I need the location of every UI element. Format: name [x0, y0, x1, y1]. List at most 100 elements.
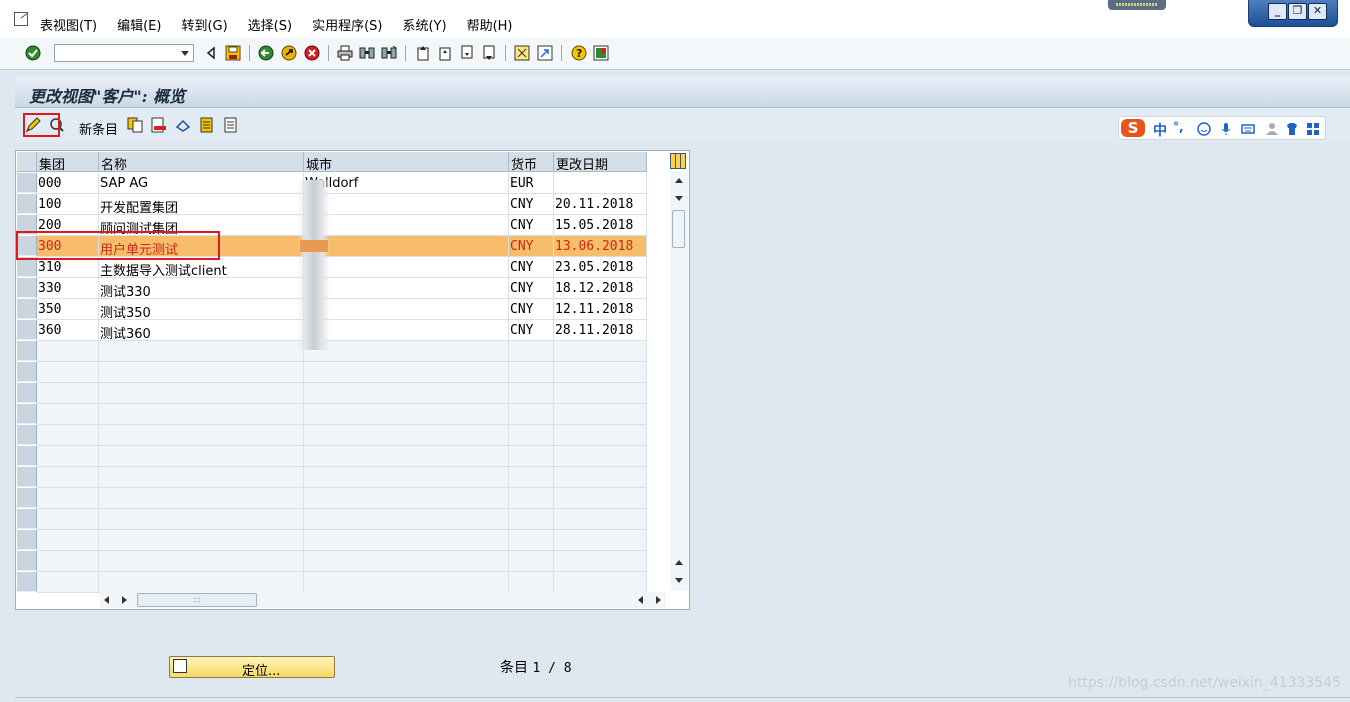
row-selector[interactable]	[17, 320, 37, 340]
row-selector[interactable]	[17, 509, 37, 529]
menu-selection[interactable]: 选择(S)	[248, 15, 292, 34]
scroll-down-icon[interactable]	[675, 196, 683, 201]
cell-date[interactable]	[554, 173, 647, 194]
cell-city[interactable]	[304, 488, 509, 509]
scroll-right-icon[interactable]	[656, 596, 661, 604]
cell-client[interactable]	[37, 341, 99, 362]
column-header-name[interactable]: 名称	[99, 152, 304, 173]
column-header-city[interactable]: 城市	[304, 152, 509, 173]
cell-currency[interactable]	[509, 467, 554, 488]
cell-date[interactable]	[554, 446, 647, 467]
cell-name[interactable]	[99, 404, 304, 425]
toolbox-icon[interactable]	[1306, 122, 1320, 136]
cell-name[interactable]: 测试360	[99, 320, 304, 341]
row-selector[interactable]	[17, 425, 37, 445]
menu-utilities[interactable]: 实用程序(S)	[312, 15, 382, 34]
cell-date[interactable]	[554, 551, 647, 572]
exit-icon[interactable]	[281, 45, 297, 61]
cell-currency[interactable]	[509, 530, 554, 551]
cell-date[interactable]	[554, 362, 647, 383]
row-selector[interactable]	[17, 341, 37, 361]
cell-currency[interactable]: CNY	[509, 215, 554, 236]
command-input[interactable]	[58, 46, 180, 62]
cell-date[interactable]: 15.05.2018	[554, 215, 647, 236]
window-handle[interactable]	[1108, 0, 1166, 10]
undo-icon[interactable]	[175, 117, 191, 133]
cell-client[interactable]	[37, 383, 99, 404]
microphone-icon[interactable]	[1219, 122, 1233, 136]
cancel-icon[interactable]	[304, 45, 320, 61]
cell-city[interactable]	[304, 320, 509, 341]
select-block-icon[interactable]	[223, 117, 239, 133]
horizontal-scrollbar[interactable]: :::	[100, 592, 666, 608]
cell-name[interactable]	[99, 488, 304, 509]
chevron-down-icon[interactable]	[181, 51, 189, 56]
minimize-icon[interactable]: _	[1268, 3, 1287, 20]
cell-date[interactable]	[554, 404, 647, 425]
row-selector[interactable]	[17, 299, 37, 319]
cell-city[interactable]	[304, 257, 509, 278]
back-icon[interactable]	[258, 45, 274, 61]
vertical-scroll-thumb[interactable]	[672, 210, 685, 248]
row-selector[interactable]	[17, 257, 37, 277]
cell-name[interactable]: 主数据导入测试client	[99, 257, 304, 278]
cell-date[interactable]	[554, 572, 647, 593]
cell-currency[interactable]	[509, 383, 554, 404]
cell-name[interactable]	[99, 530, 304, 551]
skin-icon[interactable]	[1285, 122, 1299, 136]
scroll-left-icon[interactable]	[104, 596, 109, 604]
select-all-cell[interactable]	[17, 152, 37, 172]
cell-name[interactable]	[99, 341, 304, 362]
cell-currency[interactable]	[509, 404, 554, 425]
cell-name[interactable]: 开发配置集团	[99, 194, 304, 215]
scroll-left-icon[interactable]	[638, 596, 643, 604]
cell-city[interactable]	[304, 425, 509, 446]
cell-name[interactable]	[99, 509, 304, 530]
cell-client[interactable]	[37, 509, 99, 530]
cell-client[interactable]	[37, 530, 99, 551]
cell-client[interactable]	[37, 572, 99, 593]
cell-client[interactable]	[37, 488, 99, 509]
command-field[interactable]	[54, 44, 194, 62]
ime-logo[interactable]: S	[1121, 119, 1145, 137]
delete-icon[interactable]	[151, 117, 167, 133]
cell-city[interactable]	[304, 467, 509, 488]
cell-date[interactable]: 20.11.2018	[554, 194, 647, 215]
cell-client[interactable]: 330	[37, 278, 99, 299]
cell-city[interactable]	[304, 404, 509, 425]
cell-client[interactable]: 350	[37, 299, 99, 320]
cell-currency[interactable]	[509, 425, 554, 446]
history-back-icon[interactable]	[203, 45, 219, 61]
select-all-icon[interactable]	[199, 117, 215, 133]
cell-client[interactable]: 360	[37, 320, 99, 341]
help-icon[interactable]: ?	[571, 45, 587, 61]
cell-date[interactable]	[554, 530, 647, 551]
menu-goto[interactable]: 转到(G)	[181, 15, 227, 34]
cell-currency[interactable]	[509, 509, 554, 530]
previous-page-icon[interactable]	[437, 45, 453, 61]
menu-edit[interactable]: 编辑(E)	[117, 15, 161, 34]
row-selector[interactable]	[17, 551, 37, 571]
row-selector[interactable]	[17, 572, 37, 592]
cell-city[interactable]	[304, 383, 509, 404]
cell-city[interactable]	[304, 446, 509, 467]
column-header-client[interactable]: 集团	[37, 152, 99, 173]
menu-help[interactable]: 帮助(H)	[467, 15, 513, 34]
ime-punctuation-toggle[interactable]: °,	[1173, 120, 1184, 134]
scroll-up-icon[interactable]	[675, 560, 683, 565]
cell-currency[interactable]	[509, 362, 554, 383]
cell-name[interactable]	[99, 383, 304, 404]
save-icon[interactable]	[225, 45, 241, 61]
last-page-icon[interactable]	[481, 45, 497, 61]
cell-currency[interactable]: CNY	[509, 299, 554, 320]
row-selector[interactable]	[17, 278, 37, 298]
cell-name[interactable]	[99, 425, 304, 446]
cell-name[interactable]	[99, 446, 304, 467]
find-icon[interactable]	[359, 45, 375, 61]
next-page-icon[interactable]	[459, 45, 475, 61]
cell-date[interactable]	[554, 509, 647, 530]
enter-icon[interactable]	[25, 45, 41, 61]
cell-currency[interactable]: CNY	[509, 278, 554, 299]
cell-city[interactable]	[304, 215, 509, 236]
cell-date[interactable]	[554, 467, 647, 488]
